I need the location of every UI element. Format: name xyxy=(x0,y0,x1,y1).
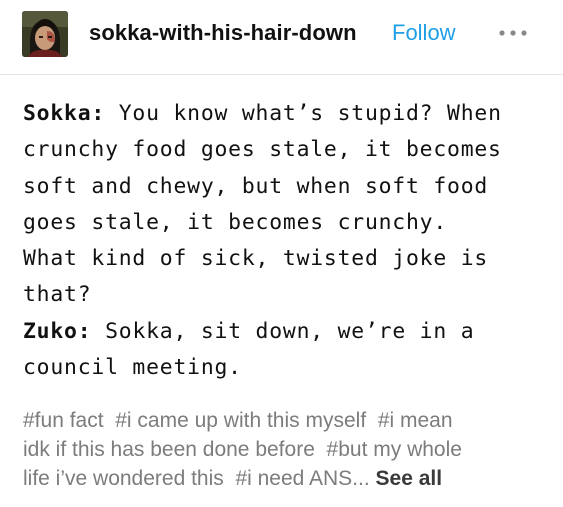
dialogue-text: You know what’s stupid? When xyxy=(105,101,502,126)
more-horizontal-icon xyxy=(499,30,527,36)
dialogue-line: council meeting. xyxy=(23,355,242,381)
speaker-name: Sokka: xyxy=(23,101,106,126)
tags-line[interactable]: idk if this has been done before #but my… xyxy=(23,435,553,464)
follow-button[interactable]: Follow xyxy=(392,20,456,46)
dialogue-line: that? xyxy=(23,282,92,308)
avatar[interactable] xyxy=(22,11,68,57)
dialogue-line: soft and chewy, but when soft food xyxy=(23,173,489,199)
post-body: Sokka: You know what’s stupid? When crun… xyxy=(23,96,553,386)
dialogue-line: Sokka: You know what’s stupid? When xyxy=(23,96,553,132)
post-tags: #fun fact #i came up with this myself #i… xyxy=(23,406,553,493)
dialogue-text: Sokka, sit down, we’re in a xyxy=(91,318,475,344)
dialogue-line: crunchy food goes stale, it becomes xyxy=(23,137,502,163)
dialogue-line: goes stale, it becomes crunchy. xyxy=(23,209,448,235)
speaker-name: Zuko: xyxy=(23,318,92,344)
tags-line-text[interactable]: life i’ve wondered this #i need ANS... xyxy=(23,467,376,490)
tags-line: life i’ve wondered this #i need ANS... S… xyxy=(23,464,553,493)
dialogue-line: What kind of sick, twisted joke is xyxy=(23,246,489,272)
post-header: sokka-with-his-hair-down Follow xyxy=(0,0,563,75)
more-options-button[interactable] xyxy=(496,26,532,40)
dialogue-line: Zuko: Sokka, sit down, we’re in a xyxy=(23,314,553,350)
see-all-button[interactable]: See all xyxy=(376,467,443,490)
tags-line[interactable]: #fun fact #i came up with this myself #i… xyxy=(23,406,553,435)
tumblr-post: sokka-with-his-hair-down Follow Sokka: Y… xyxy=(0,0,563,507)
avatar-image xyxy=(22,11,68,57)
post-username[interactable]: sokka-with-his-hair-down xyxy=(89,20,357,46)
